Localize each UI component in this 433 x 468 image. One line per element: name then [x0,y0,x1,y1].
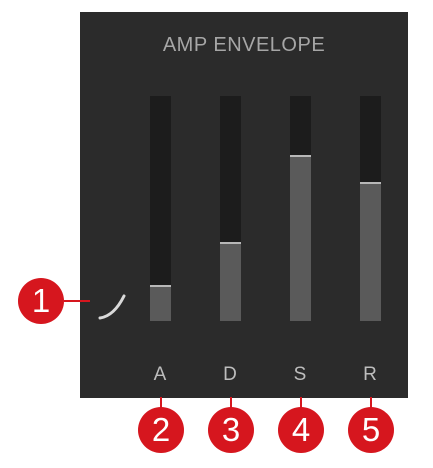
attack-slider-fill [150,285,171,321]
attack-slider[interactable] [150,96,171,321]
sustain-slider-fill [290,154,311,321]
release-label: R [363,364,377,385]
sustain-slider[interactable] [290,96,311,321]
callout-4: 4 [278,407,324,453]
decay-slider[interactable] [220,96,241,321]
decay-label: D [223,364,237,385]
decay-slider-fill [220,242,241,321]
callout-1: 1 [18,278,64,324]
decay-slider-handle[interactable] [220,242,241,245]
callout-5: 5 [348,407,394,453]
callout-1-leader [64,300,90,302]
attack-curve-icon[interactable] [96,288,132,324]
release-slider[interactable] [360,96,381,321]
panel-title: AMP ENVELOPE [162,34,326,56]
attack-label: A [153,364,167,385]
amp-envelope-panel: AMP ENVELOPE A D S R [80,12,408,398]
sustain-slider-handle[interactable] [290,154,311,157]
release-slider-handle[interactable] [360,181,381,184]
callout-2: 2 [138,407,184,453]
callout-3: 3 [208,407,254,453]
sustain-label: S [293,364,307,385]
attack-slider-handle[interactable] [150,285,171,287]
release-slider-fill [360,181,381,321]
